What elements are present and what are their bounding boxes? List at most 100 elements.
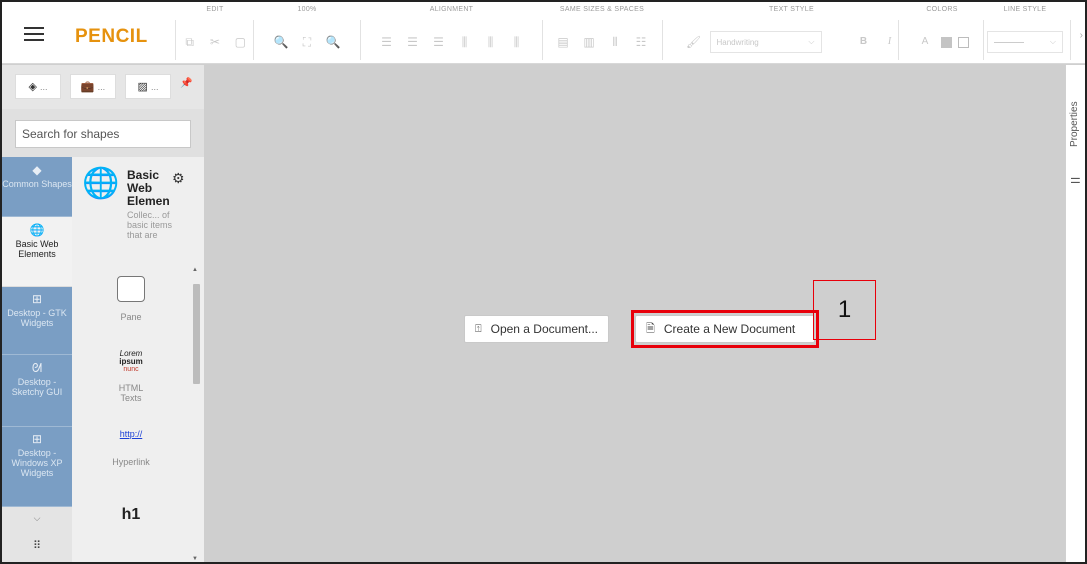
tab-private-collections[interactable]: 💼 ... <box>70 74 116 99</box>
align-middle-icon[interactable]: ⫼ <box>481 34 501 50</box>
toolbar-separator <box>360 20 361 60</box>
text-color-button[interactable]: A <box>915 34 935 50</box>
gear-icon[interactable]: ⚙ <box>172 170 185 187</box>
categories-more-chevron-icon[interactable]: ⌵ <box>2 513 72 533</box>
shape-hyperlink[interactable]: http:// Hyperlink <box>72 429 190 467</box>
tab-dots: ... <box>150 81 159 92</box>
category-list: ◆ Common Shapes 🌐 Basic Web Elements ⊞ D… <box>2 157 72 562</box>
category-label: Basic Web Elements <box>15 239 59 259</box>
layers-icon: ◆ <box>32 163 42 177</box>
toolbar-separator <box>542 20 543 60</box>
search-area <box>2 109 204 157</box>
chevron-down-icon: ⌵ <box>1049 37 1056 46</box>
toolbar-separator <box>253 20 254 60</box>
properties-panel: Properties ⚌ <box>1065 65 1085 562</box>
same-width-icon[interactable]: ▤ <box>553 34 573 50</box>
align-right-icon[interactable]: ☰ <box>429 34 449 50</box>
chevron-down-icon: ⌵ <box>808 37 815 46</box>
search-input[interactable] <box>15 120 191 148</box>
align-bottom-icon[interactable]: ⫼ <box>507 34 527 50</box>
shape-html-texts[interactable]: Lorem ipsum nunc HTML Texts <box>72 350 190 404</box>
fill-color-button[interactable] <box>941 36 952 48</box>
scribble-icon: ᘛ <box>31 361 43 375</box>
category-desktop-sketchy[interactable]: ᘛ Desktop - Sketchy GUI <box>2 355 72 427</box>
paste-icon[interactable]: ▢ <box>231 34 250 50</box>
toolbar-separator <box>898 20 899 60</box>
bold-button[interactable]: B <box>854 34 874 50</box>
sliders-icon[interactable]: ⚌ <box>1070 172 1081 186</box>
format-painter-icon[interactable]: 🖌 <box>684 34 704 50</box>
open-file-icon: ⍐ <box>475 322 482 335</box>
category-label: Desktop - GTK Widgets <box>7 308 67 328</box>
document-canvas: ⍐ Open a Document... 🗎 Create a New Docu… <box>205 65 1065 562</box>
tab-dots: ... <box>97 81 106 92</box>
shape-list: Pane Lorem ipsum nunc HTML Texts http://… <box>72 267 190 562</box>
line-style-select[interactable]: ⌵ <box>987 31 1063 53</box>
space-vertical-icon[interactable]: ☷ <box>631 34 651 50</box>
shapes-panel: ◈ ... 💼 ... ▨ ... 📌 ◆ Common Shapes 🌐 <box>2 65 204 562</box>
toolbar-group-label: ALIGNMENT <box>429 6 474 13</box>
shape-pane[interactable]: Pane <box>72 276 190 322</box>
grid-icon: ⊞ <box>31 432 43 446</box>
grid-menu-icon[interactable]: ⠿ <box>2 541 72 561</box>
shape-heading[interactable]: h1 <box>72 506 190 524</box>
grid-icon: ⊞ <box>31 292 43 306</box>
tab-dots: ... <box>39 81 48 92</box>
category-common-shapes[interactable]: ◆ Common Shapes <box>2 157 72 217</box>
shapes-scrollbar[interactable]: ▲ ▼ <box>190 267 202 562</box>
layers-icon: ◈ <box>28 81 37 93</box>
italic-button[interactable]: I <box>880 34 900 50</box>
category-label: Desktop - Windows XP Widgets <box>11 448 63 478</box>
html-text-preview-line: ipsum <box>119 357 143 366</box>
hamburger-menu-icon[interactable] <box>24 27 44 43</box>
toolbar-more-icon[interactable]: › <box>1080 30 1083 41</box>
heading-preview: h1 <box>121 506 141 523</box>
category-basic-web-elements[interactable]: 🌐 Basic Web Elements <box>2 217 72 287</box>
toolbar-group-edit: EDIT ⧉ ✂ ▢ <box>180 6 250 62</box>
toolbar-separator <box>662 20 663 60</box>
toolbar-separator <box>175 20 176 60</box>
pin-icon[interactable]: 📌 <box>180 78 192 89</box>
properties-tab[interactable]: Properties <box>1069 77 1083 147</box>
line-style-preview <box>994 41 1024 43</box>
shape-label: HTML Texts <box>118 383 144 403</box>
toolbar-group-label: TEXT STYLE <box>769 6 814 13</box>
cut-icon[interactable]: ✂ <box>205 34 224 50</box>
scroll-up-icon[interactable]: ▲ <box>192 267 198 273</box>
scroll-thumb[interactable] <box>193 284 200 384</box>
annotation-number: 1 <box>813 280 876 340</box>
app-window: PENCIL EDIT ⧉ ✂ ▢ 100% 🔍 ⛶ 🔍 ALIGNMENT ☰ <box>0 0 1087 564</box>
fit-screen-icon[interactable]: ⛶ <box>297 34 317 50</box>
open-document-button[interactable]: ⍐ Open a Document... <box>464 315 609 343</box>
briefcase-icon: 💼 <box>80 81 95 93</box>
toolbar-group-colors: COLORS A <box>901 6 983 62</box>
toolbar-group-same-sizes: SAME SIZES & SPACES ▤ ▥ ⫴ ☷ <box>545 6 659 62</box>
same-height-icon[interactable]: ▥ <box>579 34 599 50</box>
hyperlink-preview: http:// <box>119 429 143 439</box>
zoom-in-icon[interactable]: 🔍 <box>323 34 343 50</box>
zoom-out-icon[interactable]: 🔍 <box>271 34 291 50</box>
globe-icon: 🌐 <box>29 223 45 237</box>
toolbar-group-zoom: 100% 🔍 ⛶ 🔍 <box>257 6 357 62</box>
toolbar-group-label: EDIT <box>206 6 224 13</box>
tab-clipart[interactable]: ▨ ... <box>125 74 171 99</box>
category-desktop-windows-xp[interactable]: ⊞ Desktop - Windows XP Widgets <box>2 427 72 507</box>
space-horizontal-icon[interactable]: ⫴ <box>605 34 625 50</box>
font-select[interactable]: Handwriting ⌵ <box>709 31 822 53</box>
category-desktop-gtk[interactable]: ⊞ Desktop - GTK Widgets <box>2 287 72 355</box>
toolbar: PENCIL EDIT ⧉ ✂ ▢ 100% 🔍 ⛶ 🔍 ALIGNMENT ☰ <box>2 2 1085 64</box>
copy-icon[interactable]: ⧉ <box>180 34 199 50</box>
align-center-icon[interactable]: ☰ <box>403 34 423 50</box>
stroke-color-button[interactable] <box>958 36 969 48</box>
toolbar-group-label: COLORS <box>926 6 958 13</box>
align-left-icon[interactable]: ☰ <box>377 34 397 50</box>
scroll-down-icon[interactable]: ▼ <box>192 556 198 562</box>
category-label: Desktop - Sketchy GUI <box>11 377 63 397</box>
collection-title: Basic Web Elemen <box>127 169 170 208</box>
toolbar-group-line-style: LINE STYLE ⌵ <box>985 6 1065 62</box>
align-top-icon[interactable]: ⫼ <box>455 34 475 50</box>
category-label: Common Shapes <box>2 179 72 189</box>
tab-collections[interactable]: ◈ ... <box>15 74 61 99</box>
app-title: PENCIL <box>75 26 148 47</box>
toolbar-separator <box>1070 20 1071 60</box>
